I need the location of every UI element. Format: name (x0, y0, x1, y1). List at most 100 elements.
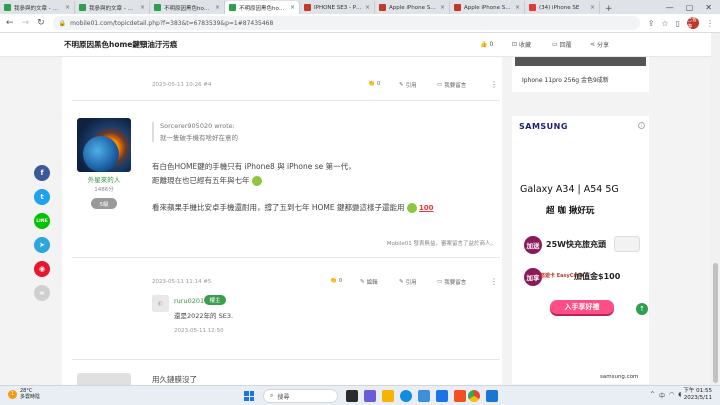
twitter-icon[interactable]: t (34, 189, 50, 205)
mail-icon[interactable] (436, 390, 448, 402)
post5-edit-button[interactable]: ✎ 編輯 (360, 278, 378, 286)
reply-avatar[interactable]: ◐ (152, 295, 169, 312)
samsung-ad[interactable]: SAMSUNG i Galaxy A34 | A54 5G 超 咖 揪好玩 加送… (512, 116, 649, 384)
window-controls: — ▢ ✕ (666, 0, 720, 14)
post5-like-count: 0 (338, 278, 343, 284)
ad-buy-button[interactable]: 入手享好禮 (550, 300, 614, 314)
line-icon[interactable]: LINE (34, 213, 50, 229)
quote-block: Sorcerer905020 wrote: 就一隻破手機有啥好在意的 (152, 122, 238, 142)
store-icon[interactable] (418, 390, 430, 402)
share-page-icon[interactable]: ⇪ (648, 19, 655, 28)
weather-widget[interactable]: 1 28°C 多雲時陰 (8, 388, 40, 400)
back-icon[interactable]: ← (6, 18, 14, 28)
post4-user-level: 5級 (91, 198, 117, 209)
related-item[interactable]: Iphone 11pro 256g 金色9成新 (512, 57, 649, 92)
avatar[interactable] (77, 118, 131, 172)
chevron-up-icon[interactable]: ^ (650, 391, 655, 400)
tab-close-icon[interactable]: × (215, 4, 220, 11)
facebook-icon[interactable]: f (34, 165, 50, 181)
menu-dots-icon[interactable]: ⋮ (706, 19, 714, 28)
post4-reply-button[interactable]: ▭ 我要留言 (437, 81, 466, 89)
ad-model: Galaxy A34 | A54 5G (520, 184, 619, 195)
profile-avatar[interactable]: 已暫停 (687, 17, 699, 30)
copy-link-icon[interactable]: ∞ (34, 285, 50, 301)
forward-icon[interactable]: → (22, 18, 30, 28)
teams-icon[interactable] (364, 390, 376, 402)
reply-username[interactable]: ruru0201 (174, 297, 204, 305)
reply-time: 2023-05-11 12:50 (174, 328, 224, 334)
wifi-icon[interactable]: ◠ (669, 391, 674, 400)
post4-like-button[interactable]: 👏 0 (368, 81, 380, 87)
new-tab-button[interactable]: + (600, 4, 618, 14)
chrome-icon[interactable] (468, 390, 480, 402)
browser-tab[interactable]: 我參與的文章 - Mobi × (75, 1, 150, 14)
header-like-button[interactable]: 👍 0 (480, 41, 493, 48)
bookmark-button[interactable]: ⊡ 收藏 (512, 40, 531, 49)
social-share-bar: f t LINE ➤ ◉ ∞ (34, 165, 50, 301)
tab-title: 我參與的文章 - Mobi (14, 5, 62, 12)
tab-title: 不明原因黑色home (164, 5, 212, 12)
app-icon[interactable] (486, 390, 498, 402)
file-explorer-icon[interactable] (382, 390, 394, 402)
tab-favicon-icon (379, 4, 386, 11)
reload-icon[interactable]: ↻ (37, 18, 45, 28)
browser-tab[interactable]: 不明原因黑色home × (150, 1, 225, 14)
ad-info-icon[interactable]: i (638, 122, 645, 129)
maximize-icon[interactable]: ▢ (686, 3, 694, 12)
header-reply-button[interactable]: ▭ 回覆 (552, 40, 572, 49)
bookmark-icon: ⊡ (512, 41, 518, 48)
post5-reply-button[interactable]: ▭ 我要留言 (437, 278, 466, 286)
post4-quote-label: 引用 (405, 83, 417, 89)
system-clock[interactable]: 下午 01:55 2023/5/11 (683, 388, 712, 402)
taskview-icon[interactable] (346, 390, 358, 402)
clap-icon: 👏 (368, 81, 375, 87)
browser-tab[interactable]: IPHONE SE3 - PCh × (300, 1, 375, 14)
bookmark-star-icon[interactable]: ☆ (661, 19, 668, 28)
minimize-icon[interactable]: — (666, 3, 674, 12)
share-button[interactable]: ⋖ 分享 (590, 40, 609, 49)
office-icon[interactable] (454, 390, 466, 402)
browser-tab[interactable]: 不明原因黑色home × (225, 1, 300, 14)
tab-close-icon[interactable]: × (290, 4, 295, 11)
browser-tab[interactable]: Apple iPhone SE3 × (450, 1, 525, 14)
next-post-text: 用久鏈膜沒了 (152, 375, 197, 384)
lang-indicator[interactable]: 中 (659, 391, 665, 400)
sidebar-icon[interactable]: ▯ (676, 19, 680, 28)
tab-title: 我參與的文章 - Mobi (89, 5, 137, 12)
edge-icon[interactable] (400, 390, 412, 402)
weather-desc: 多雲時陰 (20, 394, 41, 400)
related-item-label: Iphone 11pro 256g 金色9成新 (522, 77, 609, 84)
post4-reply-label: 我要留言 (444, 83, 467, 89)
tab-close-icon[interactable]: × (590, 4, 595, 11)
browser-tab[interactable]: Apple iPhone SE3 × (375, 1, 450, 14)
browser-tab[interactable]: 我參與的文章 - Mobi × (0, 1, 75, 14)
scroll-to-top-icon[interactable]: ↑ (636, 303, 648, 315)
close-icon[interactable]: ✕ (705, 3, 712, 12)
post5-quote-button[interactable]: ✎ 引用 (399, 278, 417, 286)
windows-start-icon[interactable] (244, 391, 254, 401)
tab-close-icon[interactable]: × (140, 4, 145, 11)
url-field[interactable]: 🔒 mobile01.com/topicdetail.php?f=383&t=6… (52, 16, 640, 30)
tab-close-icon[interactable]: × (365, 4, 370, 11)
post4-quote-button[interactable]: ✎ 引用 (399, 81, 417, 89)
post4-username[interactable]: 外星來的人 (76, 174, 132, 184)
browser-tab[interactable]: (34) iPhone SE × (525, 1, 600, 14)
tab-close-icon[interactable]: × (440, 4, 445, 11)
speaker-icon[interactable]: ◖ (678, 391, 681, 400)
ad-promo-charger: 25W快充旅充頭 (546, 240, 606, 249)
address-bar-row: ← → ↻ 🔒 mobile01.com/topicdetail.php?f=3… (0, 14, 720, 33)
tab-title: Apple iPhone SE3 (389, 4, 437, 11)
scrollbar-thumb[interactable] (713, 263, 718, 383)
tab-favicon-icon (454, 4, 461, 11)
post5-more-icon[interactable]: ⋮ (490, 277, 498, 286)
tab-close-icon[interactable]: × (65, 4, 70, 11)
telegram-icon[interactable]: ➤ (34, 237, 50, 253)
weibo-icon[interactable]: ◉ (34, 261, 50, 277)
lock-icon: 🔒 (58, 19, 67, 27)
taskbar-search[interactable]: ⌕ 搜尋 (263, 389, 338, 403)
divider (72, 257, 500, 258)
scrollbar[interactable] (711, 33, 720, 385)
tab-close-icon[interactable]: × (515, 4, 520, 11)
post4-more-icon[interactable]: ⋮ (490, 80, 498, 89)
post5-like-button[interactable]: 👏 0 (330, 278, 342, 284)
